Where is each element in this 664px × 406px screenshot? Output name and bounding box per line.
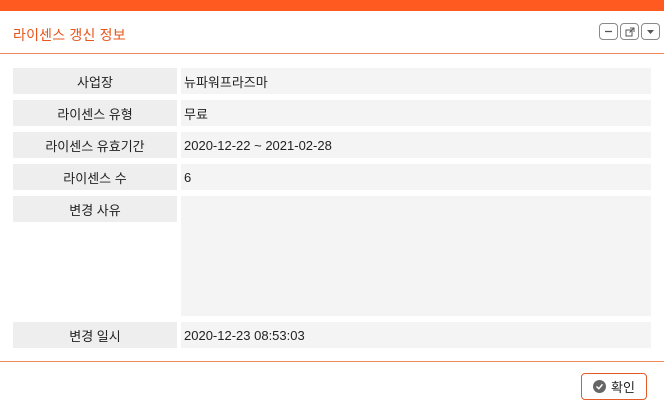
window-controls: [599, 23, 660, 40]
license-info-table: 사업장 뉴파워프라즈마 라이센스 유형 무료 라이센스 유효기간 2020-12…: [13, 68, 651, 354]
value-license-period: 2020-12-22 ~ 2021-02-28: [181, 132, 651, 158]
license-renewal-dialog: 라이센스 갱신 정보 사업장 뉴파워프라즈마 라이센스 유형 무료 라이센스 유…: [0, 0, 664, 406]
minimize-icon: [605, 30, 612, 33]
dropdown-icon: [647, 30, 654, 34]
confirm-label: 확인: [611, 380, 635, 395]
label-license-period: 라이센스 유효기간: [13, 132, 177, 158]
accent-bar: [0, 0, 664, 11]
label-change-reason: 변경 사유: [13, 196, 177, 222]
label-business: 사업장: [13, 68, 177, 94]
row-license-period: 라이센스 유효기간 2020-12-22 ~ 2021-02-28: [13, 132, 651, 158]
footer-divider: [0, 361, 664, 362]
popout-button[interactable]: [620, 23, 639, 40]
value-license-count: 6: [181, 164, 651, 190]
dialog-title: 라이센스 갱신 정보: [13, 27, 126, 43]
row-change-date: 변경 일시 2020-12-23 08:53:03: [13, 322, 651, 348]
confirm-button[interactable]: 확인: [581, 373, 647, 400]
label-license-type: 라이센스 유형: [13, 100, 177, 126]
row-business: 사업장 뉴파워프라즈마: [13, 68, 651, 94]
row-change-reason: 변경 사유: [13, 196, 651, 316]
label-license-count: 라이센스 수: [13, 164, 177, 190]
label-change-date: 변경 일시: [13, 322, 177, 348]
value-change-date: 2020-12-23 08:53:03: [181, 322, 651, 348]
dialog-header: 라이센스 갱신 정보: [0, 11, 664, 54]
dropdown-button[interactable]: [641, 23, 660, 40]
value-change-reason: [181, 196, 651, 316]
value-license-type: 무료: [181, 100, 651, 126]
row-license-count: 라이센스 수 6: [13, 164, 651, 190]
check-circle-icon: [593, 380, 607, 393]
row-license-type: 라이센스 유형 무료: [13, 100, 651, 126]
popout-icon: [625, 27, 634, 36]
value-business: 뉴파워프라즈마: [181, 68, 651, 94]
minimize-button[interactable]: [599, 23, 618, 40]
